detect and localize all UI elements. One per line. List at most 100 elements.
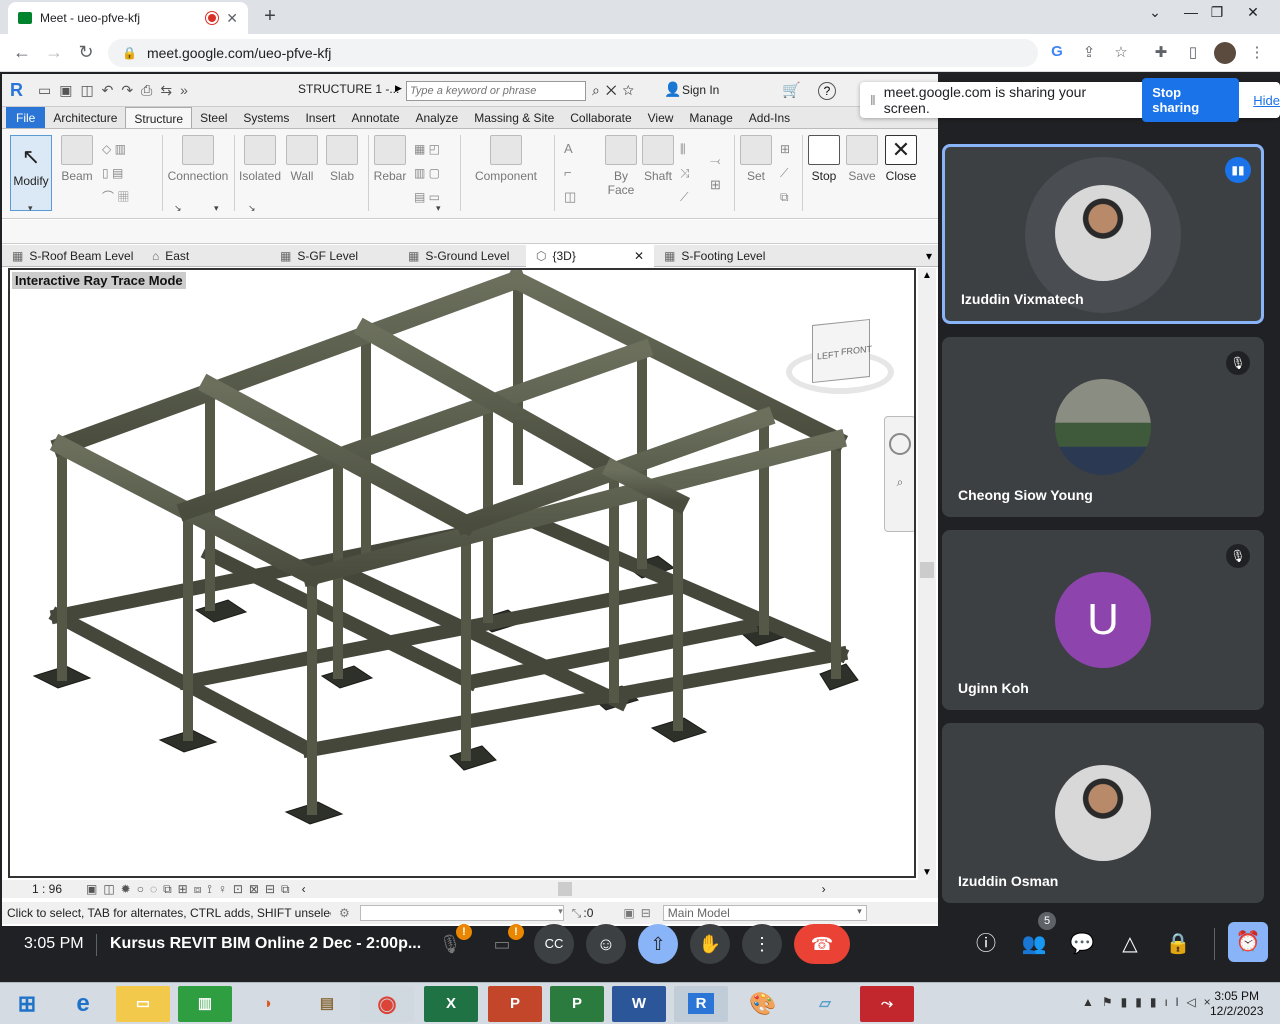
excel-icon[interactable]: X — [424, 986, 478, 1022]
revit-icon[interactable]: R — [674, 986, 728, 1022]
steering-wheel-icon[interactable] — [889, 433, 911, 455]
start-button[interactable]: ⊞ — [0, 986, 54, 1022]
project-icon[interactable]: P — [550, 986, 604, 1022]
view-tab[interactable]: ▦ S-Footing Level — [654, 245, 782, 267]
close-view-icon[interactable]: ✕ — [634, 245, 644, 267]
chat-icon[interactable]: 💬 — [1064, 926, 1100, 962]
isolated-button[interactable]: Isolated — [238, 135, 282, 183]
ribbon-tab-file[interactable]: File — [6, 107, 46, 128]
internet-explorer-icon[interactable]: e — [56, 986, 110, 1022]
close-button[interactable]: ✕ Close — [882, 135, 920, 183]
structure-small-icons[interactable]: ◇ ▥ ▯ ▤ ⌒ ▦ — [102, 137, 156, 209]
scanner-icon[interactable]: ▤ — [300, 986, 354, 1022]
rebar-button[interactable]: Rebar — [372, 135, 408, 183]
revit-logo-icon[interactable]: R — [10, 80, 23, 101]
file-explorer-icon[interactable]: ▭ — [116, 986, 170, 1022]
wall-button[interactable]: Wall — [286, 135, 318, 183]
present-button[interactable]: ⇧ — [638, 924, 678, 964]
ribbon-tab-annotate[interactable]: Annotate — [343, 107, 407, 128]
notepad-icon[interactable]: ▱ — [798, 986, 852, 1022]
view-tab[interactable]: ▦ S-Ground Level — [398, 245, 526, 267]
share-icon[interactable]: ⇪ — [1078, 43, 1100, 61]
drag-handle-icon[interactable]: ‖ — [870, 92, 876, 108]
emoji-button[interactable]: ☺ — [586, 924, 626, 964]
url-input[interactable]: 🔒 meet.google.com/ueo-pfve-kfj — [108, 39, 1038, 67]
reinforcement-small-icons[interactable]: ▦ ◰ ▥ ▢ ▤ ▭ — [414, 137, 454, 209]
filter-icons[interactable]: ▣⊟ — [623, 906, 656, 920]
participant-tile[interactable]: 🎙 Cheong Siow Young — [942, 337, 1264, 517]
view-tab[interactable]: ▦ S-GF Level — [270, 245, 398, 267]
datum-small-icons[interactable]: ⤙ ⊞ — [710, 149, 721, 197]
side-panel-icon[interactable]: ▯ — [1182, 43, 1204, 61]
save-button[interactable]: Save — [844, 135, 880, 183]
clock[interactable]: 3:05 PM 12/2/2023 — [1210, 989, 1263, 1019]
view-tab[interactable]: ⬡ {3D} ✕ — [526, 244, 654, 267]
chrome-icon[interactable]: ◉ — [360, 986, 414, 1022]
view-control-icons[interactable]: ▣◫✹○◌⧉⊞⧈⟟♀⊡⊠⊟⧉ — [86, 882, 296, 897]
ribbon-tab-analyze[interactable]: Analyze — [408, 107, 467, 128]
worksets-icon[interactable]: ⚙ — [339, 906, 350, 920]
forward-icon[interactable]: → — [42, 42, 66, 63]
by-face-button[interactable]: By Face — [604, 135, 638, 197]
scroll-thumb[interactable] — [920, 562, 934, 578]
menu-kebab-icon[interactable]: ⋮ — [1246, 43, 1268, 61]
ribbon-tab-add-ins[interactable]: Add-Ins — [741, 107, 798, 128]
revit-search-input[interactable] — [406, 81, 586, 101]
google-icon[interactable]: G — [1046, 43, 1068, 60]
design-option-select[interactable]: Main Model ▾ — [662, 905, 867, 921]
stop-sharing-button[interactable]: Stop sharing — [1142, 78, 1240, 122]
stop-button[interactable]: Stop — [806, 135, 842, 183]
raise-hand-button[interactable]: ✋ — [690, 924, 730, 964]
scroll-down-icon[interactable]: ▼ — [918, 867, 936, 878]
paint-palette-icon[interactable]: 🎨 — [736, 986, 790, 1022]
quick-access-icons[interactable]: ▭▣◫↶↷⎙⇆» — [38, 82, 196, 99]
acrobat-icon[interactable]: ⤳ — [860, 986, 914, 1022]
info-icon[interactable]: ⓘ — [968, 926, 1004, 962]
view-tab[interactable]: ▦ S-Roof Beam Level — [2, 245, 142, 267]
ribbon-tab-steel[interactable]: Steel — [192, 107, 235, 128]
bookmark-star-icon[interactable]: ☆ — [1110, 43, 1132, 61]
host-controls-icon[interactable]: 🔒 — [1160, 926, 1196, 962]
more-options-button[interactable]: ⋮ — [742, 924, 782, 964]
viewcube[interactable]: LEFT FRONT — [782, 316, 898, 404]
navigation-bar[interactable]: ⌕ — [884, 416, 914, 532]
people-icon[interactable]: 👥 — [1016, 926, 1052, 962]
vertical-scrollbar[interactable]: ▲ ▼ — [918, 268, 936, 880]
hscroll-thumb[interactable] — [557, 882, 572, 896]
view-tab[interactable]: ⌂ East — [142, 245, 270, 267]
ribbon-tab-systems[interactable]: Systems — [235, 107, 297, 128]
profile-avatar[interactable] — [1214, 42, 1236, 64]
ribbon-tab-manage[interactable]: Manage — [681, 107, 740, 128]
workset-select[interactable]: ▾ — [359, 905, 564, 921]
ribbon-tab-collaborate[interactable]: Collaborate — [562, 107, 639, 128]
new-tab-button[interactable]: + — [258, 6, 282, 28]
component-button[interactable]: Component — [472, 135, 540, 183]
search-binoculars-icon[interactable]: ⌕✕☆ — [592, 82, 640, 99]
view-scale[interactable]: 1 : 96 — [32, 882, 82, 896]
cart-icon[interactable]: 🛒 — [782, 81, 801, 99]
store-icon[interactable]: ▥ — [178, 986, 232, 1022]
participant-tile[interactable]: Izuddin Osman — [942, 723, 1264, 903]
close-tab-icon[interactable]: ✕ — [226, 10, 238, 27]
shaft-button[interactable]: Shaft — [640, 135, 676, 183]
model-small-icons[interactable]: A ⌐ ◫ — [564, 137, 594, 209]
tab-search-icon[interactable]: ⌄ — [1140, 4, 1170, 21]
sign-in-link[interactable]: Sign In — [682, 83, 719, 97]
view-tabs-menu-icon[interactable]: ▾ — [926, 249, 938, 263]
hscroll-right-icon[interactable]: › — [822, 882, 826, 896]
hang-up-button[interactable]: ☎ — [794, 924, 850, 964]
browser-tab[interactable]: Meet - ueo-pfve-kfj ✕ — [8, 2, 248, 34]
ribbon-tab-massing-site[interactable]: Massing & Site — [466, 107, 562, 128]
hide-banner-link[interactable]: Hide — [1253, 93, 1280, 108]
reload-icon[interactable]: ↻ — [74, 42, 98, 63]
opening-small-icons[interactable]: ⫼ ⤨ ⟋ — [680, 137, 690, 209]
set-button[interactable]: Set — [740, 135, 772, 183]
structure-frame-render[interactable] — [10, 270, 914, 876]
powerpoint-icon[interactable]: P — [488, 986, 542, 1022]
connection-button[interactable]: Connection — [166, 135, 230, 183]
activities-icon[interactable]: △ — [1112, 926, 1148, 962]
zoom-icon[interactable]: ⌕ — [885, 475, 914, 490]
scroll-up-icon[interactable]: ▲ — [918, 270, 936, 281]
ribbon-tab-structure[interactable]: Structure — [125, 107, 193, 128]
captions-button[interactable]: CC — [534, 924, 574, 964]
